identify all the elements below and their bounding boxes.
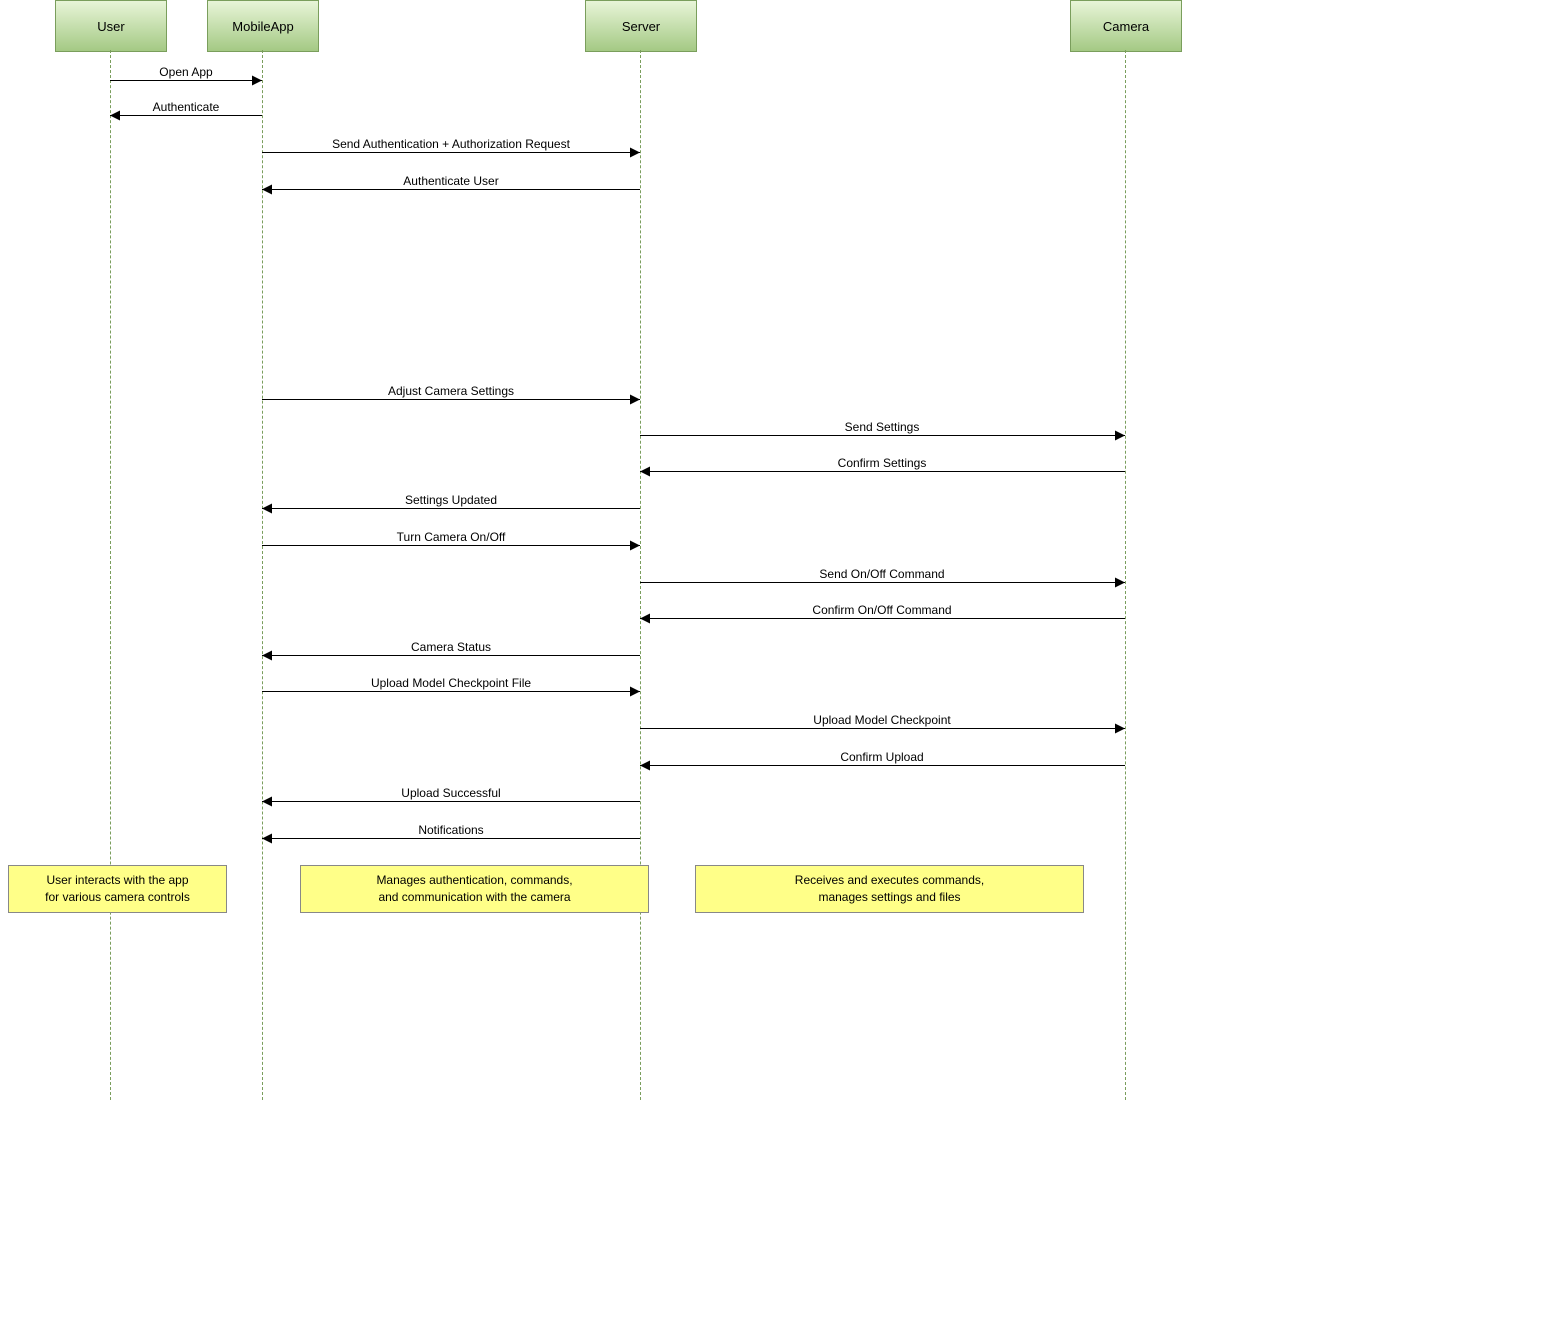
participant-camera: Camera bbox=[1070, 0, 1182, 52]
note-line: manages settings and files bbox=[818, 890, 960, 904]
msg-line bbox=[262, 838, 640, 839]
arrow-right-icon bbox=[252, 76, 262, 86]
participant-server: Server bbox=[585, 0, 697, 52]
lifeline-server bbox=[640, 50, 641, 1100]
msg-line bbox=[262, 545, 640, 546]
arrow-right-icon bbox=[630, 687, 640, 697]
lifeline-camera bbox=[1125, 50, 1126, 1100]
msg-label: Confirm On/Off Command bbox=[812, 603, 951, 617]
participant-label: MobileApp bbox=[232, 19, 293, 34]
arrow-right-icon bbox=[630, 148, 640, 158]
msg-line bbox=[262, 691, 640, 692]
note-line: Manages authentication, commands, bbox=[376, 873, 572, 887]
msg-label: Authenticate bbox=[153, 100, 220, 114]
note-line: and communication with the camera bbox=[378, 890, 570, 904]
msg-label: Send Settings bbox=[845, 420, 920, 434]
msg-label: Upload Successful bbox=[401, 786, 500, 800]
arrow-left-icon bbox=[262, 651, 272, 661]
arrow-left-icon bbox=[640, 614, 650, 624]
arrow-right-icon bbox=[1115, 431, 1125, 441]
msg-label: Turn Camera On/Off bbox=[397, 530, 506, 544]
msg-line bbox=[640, 582, 1125, 583]
participant-mobileapp: MobileApp bbox=[207, 0, 319, 52]
participant-user: User bbox=[55, 0, 167, 52]
msg-line bbox=[640, 618, 1125, 619]
msg-line bbox=[262, 801, 640, 802]
msg-label: Upload Model Checkpoint bbox=[813, 713, 950, 727]
note-camera: Receives and executes commands, manages … bbox=[695, 865, 1084, 913]
msg-line bbox=[262, 655, 640, 656]
note-line: for various camera controls bbox=[45, 890, 190, 904]
msg-label: Send Authentication + Authorization Requ… bbox=[332, 137, 570, 151]
arrow-left-icon bbox=[640, 761, 650, 771]
participant-label: Camera bbox=[1103, 19, 1149, 34]
participant-label: User bbox=[97, 19, 124, 34]
msg-line bbox=[262, 399, 640, 400]
arrow-right-icon bbox=[630, 541, 640, 551]
msg-label: Send On/Off Command bbox=[819, 567, 944, 581]
lifeline-user bbox=[110, 50, 111, 1100]
note-server: Manages authentication, commands, and co… bbox=[300, 865, 649, 913]
msg-line bbox=[262, 152, 640, 153]
msg-label: Settings Updated bbox=[405, 493, 497, 507]
msg-label: Adjust Camera Settings bbox=[388, 384, 514, 398]
msg-line bbox=[110, 115, 262, 116]
arrow-left-icon bbox=[640, 467, 650, 477]
msg-label: Camera Status bbox=[411, 640, 491, 654]
msg-line bbox=[640, 435, 1125, 436]
arrow-right-icon bbox=[630, 395, 640, 405]
msg-line bbox=[640, 728, 1125, 729]
arrow-left-icon bbox=[262, 797, 272, 807]
msg-label: Confirm Settings bbox=[838, 456, 927, 470]
msg-line bbox=[640, 471, 1125, 472]
msg-label: Authenticate User bbox=[403, 174, 498, 188]
participant-label: Server bbox=[622, 19, 660, 34]
msg-line bbox=[640, 765, 1125, 766]
lifeline-mobileapp bbox=[262, 50, 263, 1100]
msg-label: Upload Model Checkpoint File bbox=[371, 676, 531, 690]
msg-line bbox=[110, 80, 262, 81]
note-user: User interacts with the app for various … bbox=[8, 865, 227, 913]
arrow-left-icon bbox=[262, 504, 272, 514]
arrow-left-icon bbox=[262, 834, 272, 844]
note-line: User interacts with the app bbox=[46, 873, 188, 887]
msg-label: Confirm Upload bbox=[840, 750, 923, 764]
msg-line bbox=[262, 189, 640, 190]
arrow-left-icon bbox=[110, 111, 120, 121]
note-line: Receives and executes commands, bbox=[795, 873, 984, 887]
msg-label: Notifications bbox=[418, 823, 483, 837]
arrow-right-icon bbox=[1115, 578, 1125, 588]
arrow-left-icon bbox=[262, 185, 272, 195]
arrow-right-icon bbox=[1115, 724, 1125, 734]
msg-label: Open App bbox=[159, 65, 212, 79]
msg-line bbox=[262, 508, 640, 509]
